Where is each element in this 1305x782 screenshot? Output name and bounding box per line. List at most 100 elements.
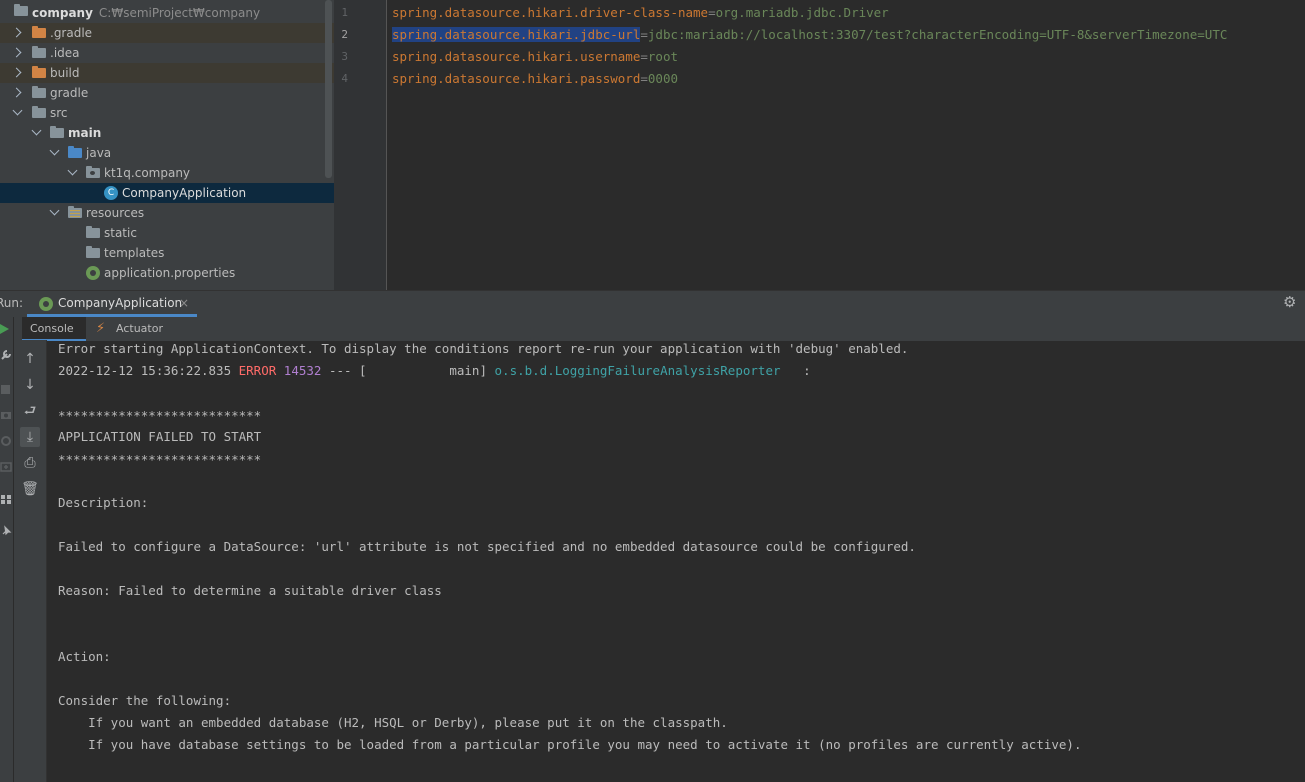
chevron-right-icon[interactable] [11,87,22,98]
folder-icon [86,246,100,258]
soft-wrap-icon[interactable]: ⮐ [20,401,40,421]
tree-item-label: CompanyApplication [122,186,247,200]
tree-item-resources[interactable]: resources [0,203,334,223]
project-tree: company C:₩semiProject₩company .gradle .i… [0,0,334,290]
log-thread: --- [ main] [321,363,495,378]
run-tab-company-application[interactable]: CompanyApplication × [27,291,197,317]
tree-item-company-application[interactable]: C CompanyApplication [0,183,334,203]
source-folder-icon [68,146,82,158]
wrench-icon[interactable] [0,349,12,361]
console-line: Reason: Failed to determine a suitable d… [58,583,442,598]
folder-icon [86,226,100,238]
run-tab-label: CompanyApplication [58,296,183,310]
console-log-line: 2022-12-12 15:36:22.835 ERROR 14532 --- … [58,360,811,382]
run-actions-strip [0,317,14,782]
folder-icon [32,46,46,58]
camera-icon[interactable] [0,409,12,421]
tab-actuator[interactable]: ⚡ Actuator [96,317,163,341]
folder-icon [32,66,46,78]
tree-item-label: .gradle [50,26,93,40]
chevron-down-icon[interactable] [67,165,78,176]
tree-item-gradle-hidden[interactable]: .gradle [0,23,334,43]
print-icon[interactable]: ⎙ [20,453,40,473]
chevron-right-icon[interactable] [11,27,22,38]
equals-sign: = [640,27,648,42]
folder-icon [32,26,46,38]
tree-item-application-properties[interactable]: application.properties [0,263,334,283]
close-icon[interactable]: × [179,296,189,310]
resources-folder-icon [68,206,82,218]
console-line: Action: [58,649,111,664]
code-editor[interactable]: spring.datasource.hikari.driver-class-na… [387,0,1305,290]
property-key: spring.datasource.hikari.password [392,71,641,86]
tree-item-label: templates [104,246,165,260]
tree-item-idea[interactable]: .idea [0,43,334,63]
tree-item-templates[interactable]: templates [0,243,334,263]
console-line: Error starting ApplicationContext. To di… [58,341,909,356]
tree-item-label: kt1q.company [104,166,191,180]
console-line: Failed to configure a DataSource: 'url' … [58,539,916,554]
chevron-right-icon[interactable] [11,67,22,78]
code-line: spring.datasource.hikari.driver-class-na… [392,2,889,24]
tree-item-build[interactable]: build [0,63,334,83]
chevron-down-icon[interactable] [49,145,60,156]
gear-icon[interactable]: ⚙ [1283,295,1297,310]
console-line: If you want an embedded database (H2, HS… [58,715,728,730]
tree-root[interactable]: company C:₩semiProject₩company [0,3,334,23]
tab-console[interactable]: Console [22,317,86,341]
console-toolbar: ↑ ↓ ⮐ ⤓ ⎙ 🗑 [14,340,47,782]
tree-item-label: gradle [50,86,89,100]
run-label: Run: [0,296,24,310]
chevron-down-icon[interactable] [12,105,23,116]
tree-item-label: application.properties [104,266,236,280]
property-value: org.mariadb.jdbc.Driver [715,5,889,20]
spring-boot-class-icon: C [104,186,118,200]
run-tool-window-header: Run: CompanyApplication × ⚙ [0,290,1305,318]
arrow-up-icon[interactable]: ↑ [20,349,40,369]
log-tail: : [780,363,811,378]
property-value: 0000 [647,71,678,86]
chevron-down-icon[interactable] [49,205,60,216]
spring-run-icon [39,297,53,311]
stop-icon[interactable] [0,383,12,395]
chevron-down-icon[interactable] [31,125,42,136]
line-number: 3 [341,50,348,63]
log-pid: 14532 [276,363,322,378]
tree-scrollbar[interactable] [325,0,332,178]
project-folder-icon [14,4,28,16]
settings-icon[interactable] [0,435,12,447]
code-line: spring.datasource.hikari.password=0000 [392,68,678,90]
tree-item-label: java [86,146,112,160]
tree-item-gradle[interactable]: gradle [0,83,334,103]
log-logger[interactable]: o.s.b.d.LoggingFailureAnalysisReporter [495,363,781,378]
console-line: APPLICATION FAILED TO START [58,429,262,444]
console-line: If you have database settings to be load… [58,737,1082,752]
tree-item-label: static [104,226,137,240]
tree-item-src[interactable]: src [0,103,334,123]
tree-item-package[interactable]: kt1q.company [0,163,334,183]
package-icon [86,166,100,178]
tree-item-label: src [50,106,68,120]
tree-item-static[interactable]: static [0,223,334,243]
tree-item-main[interactable]: main [0,123,334,143]
tree-root-label: company C:₩semiProject₩company [32,6,261,20]
tree-root-path: C:₩semiProject₩company [98,6,261,20]
rerun-icon[interactable] [0,323,12,335]
pin-icon[interactable] [0,525,12,537]
console-line: *************************** [58,408,262,423]
tree-item-java[interactable]: java [0,143,334,163]
equals-sign: = [708,5,716,20]
arrow-down-icon[interactable]: ↓ [20,375,40,395]
property-value: root [647,49,678,64]
layout-icon[interactable] [0,493,12,505]
console-line: Description: [58,495,149,510]
scroll-to-end-icon[interactable]: ⤓ [20,427,40,447]
editor-gutter: 1 2 3 4 [334,0,387,290]
line-number: 2 [341,28,348,41]
trash-icon[interactable]: 🗑 [20,479,40,499]
folder-icon [50,126,64,138]
tab-console-label: Console [30,322,74,335]
chevron-right-icon[interactable] [11,47,22,58]
restore-layout-icon[interactable] [0,461,12,473]
console-output[interactable]: Error starting ApplicationContext. To di… [47,341,1305,782]
